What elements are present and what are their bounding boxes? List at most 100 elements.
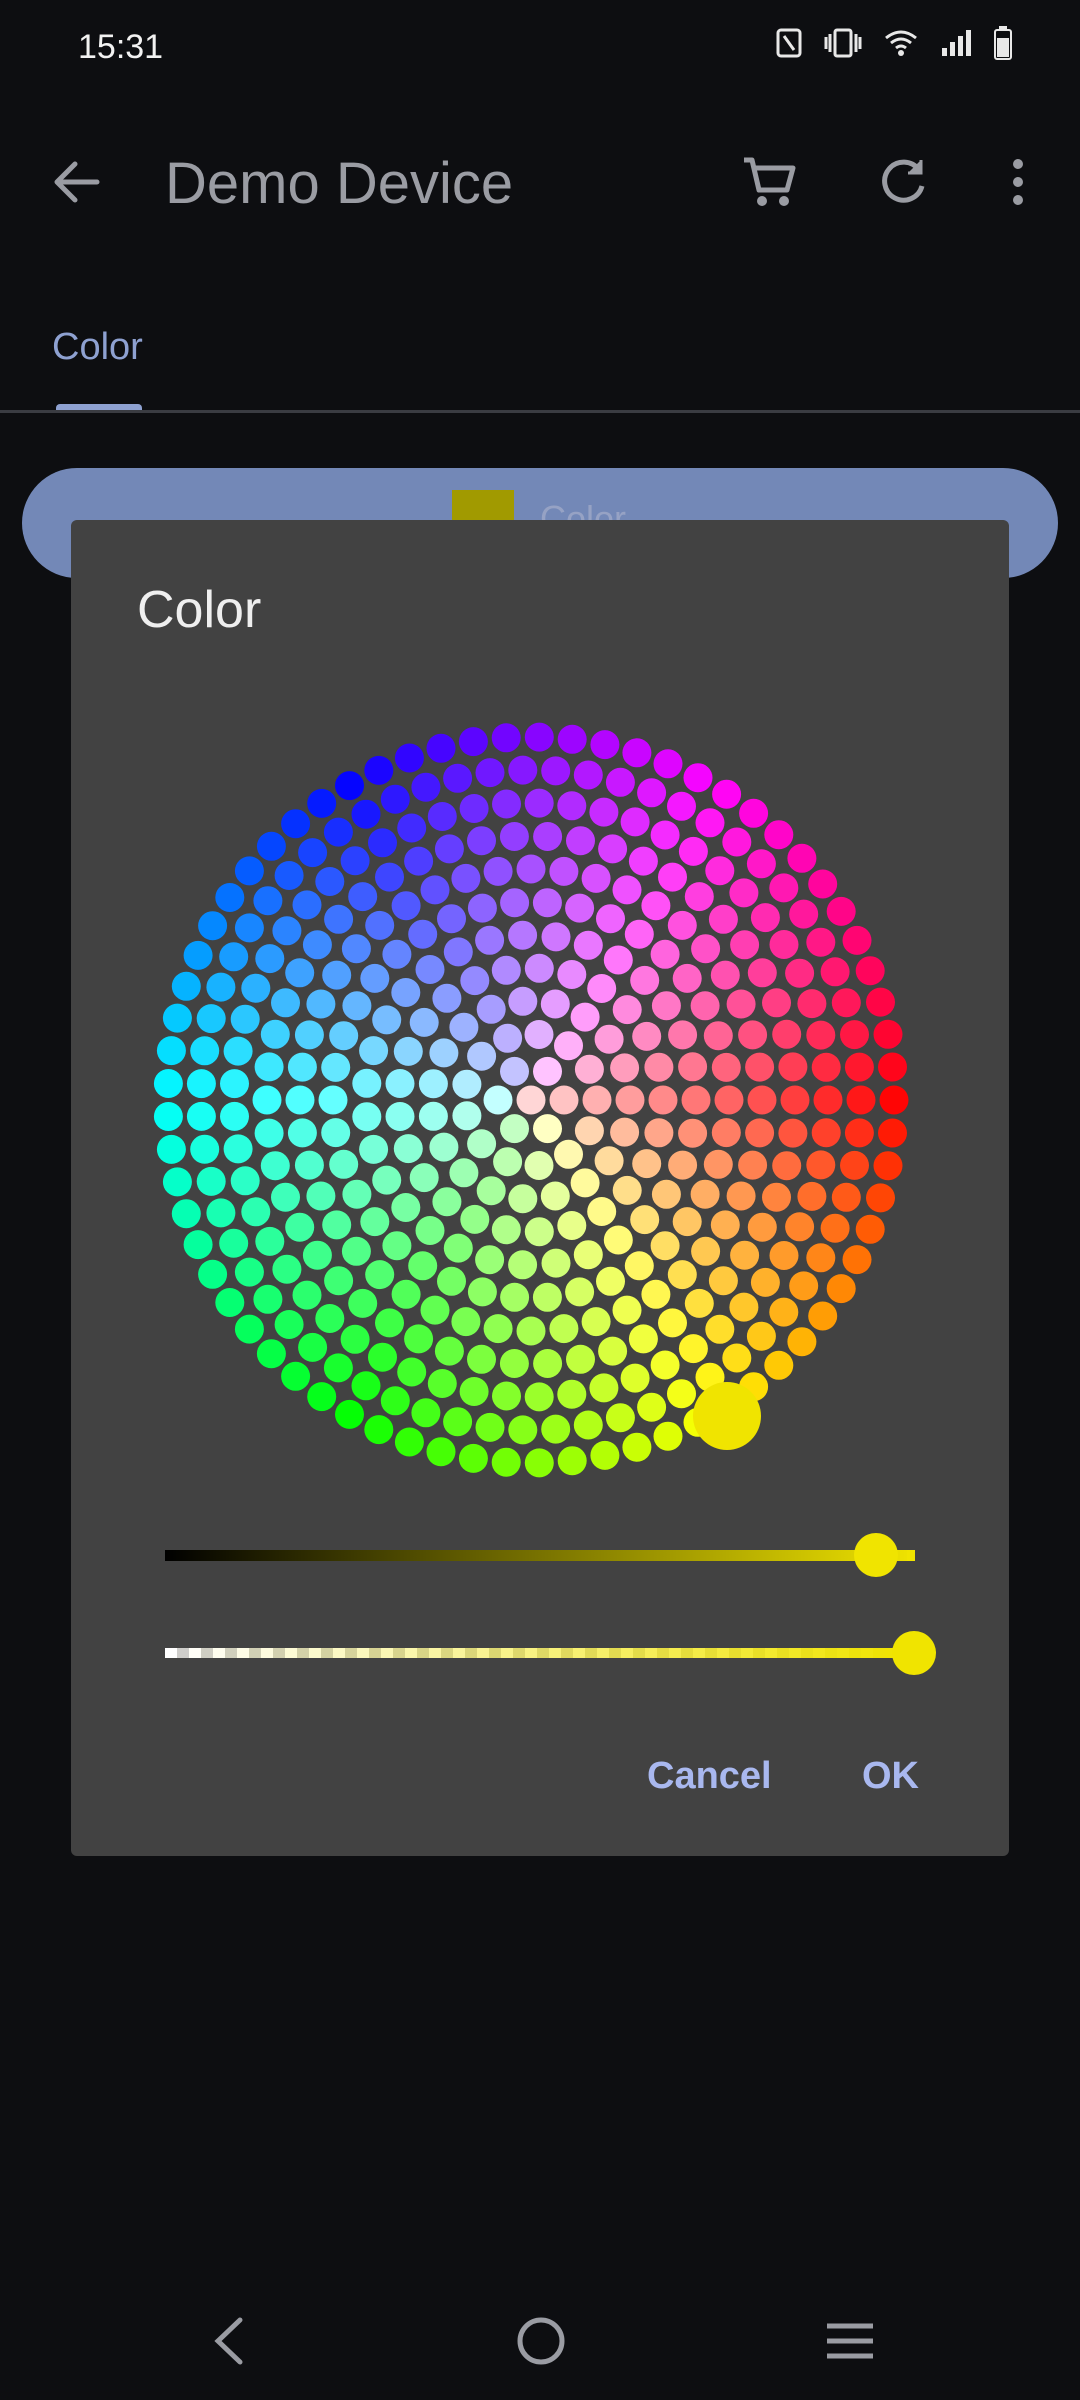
color-dot: [404, 846, 434, 876]
color-dot: [467, 826, 496, 856]
color-dot: [589, 797, 619, 827]
color-dot: [653, 1421, 683, 1451]
nav-back-button[interactable]: [173, 2296, 283, 2386]
color-dot: [476, 1176, 506, 1206]
color-dot: [622, 1432, 652, 1462]
color-dot: [787, 843, 817, 873]
color-dot: [778, 1052, 808, 1082]
color-dot: [196, 1004, 226, 1034]
color-dot: [678, 1052, 708, 1082]
color-dot: [641, 1279, 671, 1309]
color-dot: [364, 1415, 394, 1445]
color-dot: [162, 1167, 192, 1197]
color-dot: [394, 1427, 424, 1457]
color-dot: [475, 925, 505, 955]
brightness-track-end: [907, 1550, 915, 1561]
nav-home-button[interactable]: [486, 2296, 596, 2386]
tab-color[interactable]: Color: [52, 326, 143, 369]
color-dot: [811, 1118, 841, 1148]
color-dot: [171, 1199, 201, 1229]
color-dot: [500, 1282, 530, 1312]
color-dot: [382, 1231, 412, 1261]
alpha-track-segment: [633, 1648, 645, 1658]
color-dot: [409, 1007, 439, 1037]
color-dot: [342, 991, 372, 1021]
alpha-track-segment: [441, 1648, 453, 1658]
alpha-track-segment: [321, 1648, 333, 1658]
color-dot: [411, 1398, 441, 1428]
color-dot: [459, 794, 489, 823]
color-dot: [215, 1288, 245, 1317]
color-dot: [879, 1085, 909, 1115]
alpha-slider[interactable]: [165, 1631, 936, 1675]
color-dot: [866, 987, 895, 1017]
color-dot: [292, 1280, 322, 1310]
color-dot: [321, 1118, 351, 1148]
color-dot: [372, 1005, 402, 1035]
alpha-track-segment: [585, 1648, 597, 1658]
color-dot: [315, 867, 345, 896]
brightness-slider[interactable]: [165, 1533, 915, 1577]
color-dot: [382, 939, 412, 969]
color-dot: [287, 1118, 317, 1148]
refresh-button[interactable]: [863, 142, 943, 222]
color-dot: [255, 944, 285, 974]
brightness-track: [165, 1550, 915, 1561]
color-dot: [840, 1020, 869, 1050]
nfc-icon: [776, 28, 802, 58]
color-dot: [476, 994, 506, 1024]
color-dot: [493, 1147, 523, 1177]
color-dot: [612, 1175, 642, 1205]
color-dot: [549, 856, 579, 886]
color-dot: [533, 1056, 562, 1086]
alpha-track-segment: [225, 1648, 237, 1658]
back-button[interactable]: [36, 142, 116, 222]
color-dot: [729, 878, 759, 908]
color-dot: [234, 1257, 264, 1287]
color-dot: [186, 1069, 216, 1099]
color-dot: [449, 1012, 479, 1042]
color-dot: [341, 1236, 371, 1266]
alpha-track-segment: [765, 1648, 777, 1658]
color-dot: [298, 838, 328, 868]
color-dot: [254, 1052, 284, 1082]
color-dot: [532, 1282, 562, 1312]
alpha-track-segment: [309, 1648, 321, 1658]
color-dot: [778, 1118, 808, 1148]
color-dot: [491, 1447, 521, 1477]
color-dot: [352, 1068, 382, 1098]
color-dot: [820, 957, 850, 987]
color-dot: [772, 1019, 802, 1049]
alpha-track-segment: [189, 1648, 201, 1658]
nav-recents-button[interactable]: [795, 2296, 905, 2386]
status-icons: [776, 26, 1012, 60]
cancel-button[interactable]: Cancel: [647, 1755, 772, 1798]
cart-button[interactable]: [729, 142, 809, 222]
ok-button[interactable]: OK: [862, 1755, 919, 1798]
color-dot: [516, 1316, 546, 1346]
color-dot: [873, 1151, 903, 1181]
color-dot: [368, 1342, 397, 1372]
color-dot: [380, 1386, 410, 1416]
color-dot: [365, 1260, 395, 1290]
alpha-track-segment: [285, 1648, 297, 1658]
color-dot: [524, 953, 554, 983]
color-dot: [508, 1250, 538, 1280]
color-dot: [846, 1085, 876, 1115]
more-options-button[interactable]: [978, 142, 1058, 222]
color-wheel[interactable]: [153, 722, 909, 1478]
color-dot: [573, 1240, 603, 1270]
color-dot: [292, 890, 322, 920]
color-dot: [769, 1241, 799, 1270]
color-dot: [171, 971, 201, 1001]
color-dot: [443, 1233, 473, 1263]
alpha-track-segment: [573, 1648, 585, 1658]
alpha-track-segment: [561, 1648, 573, 1658]
color-dot: [183, 1230, 213, 1260]
color-dot: [241, 1197, 271, 1227]
color-dot: [359, 1134, 389, 1164]
color-dot: [840, 1150, 869, 1180]
color-dot: [508, 1415, 538, 1445]
color-dot: [695, 808, 725, 838]
color-dot: [873, 1019, 903, 1049]
